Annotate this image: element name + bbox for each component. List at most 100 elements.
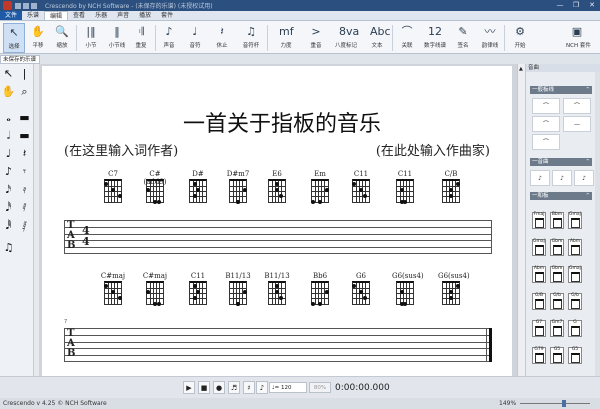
tab-staff-1[interactable]: TAB 44 bbox=[64, 220, 492, 254]
tab-staff-2[interactable]: 7 TAB bbox=[64, 319, 492, 362]
palette-64th-note-icon[interactable]: 𝅘𝅥𝅱 bbox=[1, 218, 16, 233]
chord-diagram[interactable]: C#maj bbox=[142, 272, 168, 306]
music-tile-2[interactable]: ♪ bbox=[552, 170, 572, 186]
zoom-slider-knob[interactable] bbox=[562, 400, 566, 407]
chord-diagram[interactable]: G6 bbox=[348, 272, 374, 305]
chord-diagram[interactable]: B11/13 bbox=[225, 272, 251, 306]
zoom-slider[interactable] bbox=[520, 403, 590, 404]
ribbon-dynamics-button[interactable]: mf 力度 bbox=[275, 23, 297, 53]
scroll-up-icon[interactable]: ▲ bbox=[519, 66, 523, 72]
chord-library-item[interactable]: Abm bbox=[532, 266, 546, 283]
chord-diagram[interactable]: B11/13 bbox=[264, 272, 290, 305]
ribbon-note-button[interactable]: ♩ 音符 bbox=[184, 23, 206, 53]
menu-file[interactable]: 文件 bbox=[0, 11, 23, 20]
chord-library-item[interactable]: Gm7 bbox=[550, 320, 564, 337]
palette-zoom-icon[interactable]: ⌕ bbox=[17, 84, 32, 99]
ribbon-start-button[interactable]: ⚙ 开始 bbox=[509, 23, 531, 53]
chord-library-item[interactable]: Gmaj bbox=[532, 239, 546, 256]
quick-undo-icon[interactable] bbox=[23, 2, 29, 9]
quick-redo-icon[interactable] bbox=[31, 2, 37, 9]
playback-speed-select[interactable]: 80% bbox=[309, 382, 331, 393]
palette-eighth-note-icon[interactable]: ♪ bbox=[1, 164, 16, 179]
chord-library-item[interactable]: G79 bbox=[532, 347, 546, 364]
palette-quarter-rest-icon[interactable]: 𝄽 bbox=[17, 146, 32, 161]
palette-sixteenth-note-icon[interactable]: 𝅘𝅥𝅯 bbox=[1, 182, 16, 197]
palette-half-note-icon[interactable]: 𝅗𝅥 bbox=[1, 128, 16, 143]
ribbon-rhythm-line-button[interactable]: 〰韵律线 bbox=[479, 23, 501, 53]
ribbon-tie-button[interactable]: ⌒ 关联 bbox=[396, 23, 418, 53]
document-tab[interactable]: 未保存的乐谱 bbox=[0, 55, 40, 64]
tempo-field[interactable]: ♩= 120 bbox=[269, 382, 307, 393]
line-tile-4[interactable]: — bbox=[563, 116, 591, 132]
chord-diagram[interactable]: D# bbox=[185, 170, 211, 203]
ribbon-octave-button[interactable]: 8va 八度标记 bbox=[335, 23, 359, 53]
composer-field[interactable]: (在此处输入作曲家) bbox=[376, 140, 490, 159]
minimize-button[interactable]: — bbox=[552, 0, 568, 11]
chord-library-item[interactable]: G7 bbox=[532, 320, 546, 337]
line-tile-1[interactable]: ⌒ bbox=[532, 98, 560, 114]
chord-diagram[interactable]: C11 bbox=[185, 272, 211, 305]
chord-diagram[interactable]: C#maj bbox=[100, 272, 126, 305]
ribbon-stem-button[interactable]: ♫ 音符杆 bbox=[240, 23, 262, 53]
palette-half-rest-icon[interactable]: ▬ bbox=[17, 128, 32, 143]
palette-32nd-rest-icon[interactable]: 𝅀 bbox=[17, 200, 32, 215]
section-music[interactable]: 一音曲 ⌃ bbox=[530, 158, 592, 166]
ribbon-voice-button[interactable]: ♪ 声音 bbox=[158, 23, 180, 53]
chord-diagram[interactable]: C11 bbox=[392, 170, 418, 204]
record-button[interactable]: ● bbox=[213, 381, 225, 394]
ribbon-signature-button[interactable]: ✎ 签名 bbox=[452, 23, 474, 53]
volume-icon[interactable]: ♪ bbox=[256, 381, 268, 394]
line-tile-3[interactable]: ⌒ bbox=[532, 116, 560, 132]
chord-library-item[interactable]: Gmaj bbox=[568, 266, 582, 283]
palette-hand-icon[interactable]: ✋ bbox=[1, 84, 16, 99]
palette-whole-note-icon[interactable]: 𝅝 bbox=[1, 110, 16, 125]
chord-library-item[interactable]: G5 bbox=[550, 347, 564, 364]
chord-diagram[interactable]: E6 bbox=[264, 170, 290, 203]
line-tile-5[interactable]: ⌒ bbox=[532, 134, 560, 150]
ribbon-tablature-button[interactable]: 12 数字线谱 bbox=[424, 23, 446, 53]
chord-diagram[interactable]: G6(sus4) bbox=[438, 272, 470, 305]
ribbon-pan-button[interactable]: ✋ 平移 bbox=[27, 23, 49, 53]
menu-edit[interactable]: 编辑 bbox=[44, 11, 69, 20]
score-vertical-scrollbar[interactable]: ▲ bbox=[517, 64, 525, 376]
chord-diagram[interactable]: C11 bbox=[348, 170, 374, 203]
line-tile-2[interactable]: ⌒ bbox=[563, 98, 591, 114]
menu-score[interactable]: 乐谱 bbox=[22, 11, 44, 20]
lyricist-field[interactable]: (在这里输入词作者) bbox=[64, 140, 178, 159]
chord-diagram[interactable]: G6(sus4) bbox=[392, 272, 424, 306]
ribbon-select-button[interactable]: ↖ 选择 bbox=[3, 23, 25, 53]
chord-diagram[interactable]: Bb6 bbox=[307, 272, 333, 306]
ribbon-text-button[interactable]: Abc 文本 bbox=[366, 23, 391, 53]
chord-library-item[interactable]: Gmaj bbox=[568, 212, 582, 229]
section-general-lines[interactable]: 一般板线 ⌃ bbox=[530, 86, 592, 94]
palette-whole-rest-icon[interactable]: ▬ bbox=[17, 110, 32, 125]
ribbon-nch-suite-button[interactable]: ▣ NCH 套件 bbox=[566, 23, 591, 53]
play-button[interactable]: ▶ bbox=[183, 381, 195, 394]
ribbon-zoom-button[interactable]: 🔍 缩放 bbox=[51, 23, 73, 53]
maximize-button[interactable]: ❐ bbox=[568, 0, 584, 11]
ribbon-repeat-button[interactable]: 𝄇 重复 bbox=[130, 23, 152, 53]
palette-line-icon[interactable]: | bbox=[17, 66, 32, 81]
ribbon-barline-button[interactable]: ‖ 小节线 bbox=[106, 23, 128, 53]
ribbon-accent-button[interactable]: > 重音 bbox=[305, 23, 327, 53]
menu-play[interactable]: 播放 bbox=[134, 11, 156, 20]
quick-save-icon[interactable] bbox=[15, 2, 21, 9]
palette-64th-rest-icon[interactable]: 𝅁 bbox=[17, 218, 32, 233]
chord-library-item[interactable]: Abm bbox=[568, 239, 582, 256]
chord-diagram[interactable]: C/B bbox=[438, 170, 464, 203]
palette-eighth-rest-icon[interactable]: 𝄾 bbox=[17, 164, 32, 179]
menu-view[interactable]: 查看 bbox=[68, 11, 90, 20]
chord-library-item[interactable]: Gbm bbox=[550, 266, 564, 283]
chord-diagram[interactable]: C#(add9) bbox=[142, 170, 168, 204]
chord-library-item[interactable]: G/b bbox=[550, 293, 564, 310]
chord-library-item[interactable]: G/B bbox=[532, 293, 546, 310]
music-tile-3[interactable]: ♪ bbox=[574, 170, 594, 186]
palette-sixteenth-rest-icon[interactable]: 𝄿 bbox=[17, 182, 32, 197]
section-chords[interactable]: 一和板 ⌃ bbox=[530, 192, 592, 200]
score-title[interactable]: 一首关于指板的音乐 bbox=[162, 106, 402, 138]
chord-library-item[interactable]: Gbm bbox=[550, 239, 564, 256]
palette-beamed-notes-icon[interactable]: ♫ bbox=[1, 240, 16, 255]
menu-instrument[interactable]: 乐器 bbox=[90, 11, 112, 20]
metronome-button[interactable]: ♬ bbox=[228, 381, 240, 394]
chord-diagram[interactable]: Em bbox=[307, 170, 333, 204]
